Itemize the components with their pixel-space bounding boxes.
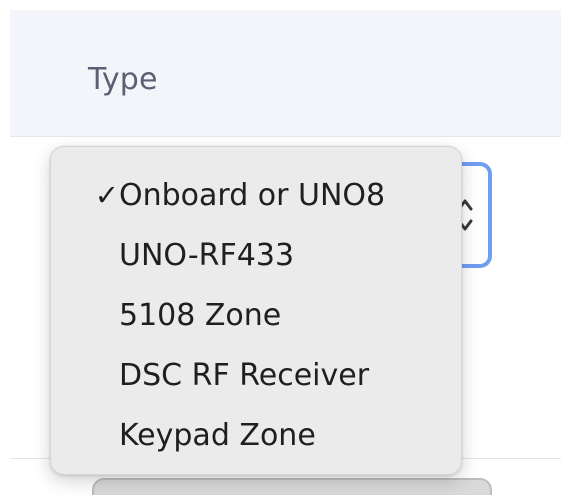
- page: Type ✓ Onboard or UNO8 UNO-RF433 5108 Zo…: [0, 0, 561, 495]
- menu-item-label: 5108 Zone: [119, 297, 282, 333]
- menu-item-label: Onboard or UNO8: [119, 177, 386, 213]
- type-dropdown-menu: ✓ Onboard or UNO8 UNO-RF433 5108 Zone DS…: [50, 146, 462, 475]
- menu-item-label: UNO-RF433: [119, 237, 295, 273]
- menu-item-onboard-or-uno8[interactable]: ✓ Onboard or UNO8: [51, 165, 461, 225]
- menu-item-label: Keypad Zone: [119, 417, 316, 453]
- top-strip: [0, 0, 561, 10]
- menu-item-label: DSC RF Receiver: [119, 357, 370, 393]
- next-row-select[interactable]: [92, 478, 492, 495]
- menu-item-dsc-rf-receiver[interactable]: DSC RF Receiver: [51, 345, 461, 405]
- checkmark-icon: ✓: [94, 178, 119, 212]
- menu-item-uno-rf433[interactable]: UNO-RF433: [51, 225, 461, 285]
- menu-item-keypad-zone[interactable]: Keypad Zone: [51, 405, 461, 465]
- menu-item-5108-zone[interactable]: 5108 Zone: [51, 285, 461, 345]
- type-column-header: Type: [88, 62, 158, 97]
- table-header: Type: [10, 10, 561, 137]
